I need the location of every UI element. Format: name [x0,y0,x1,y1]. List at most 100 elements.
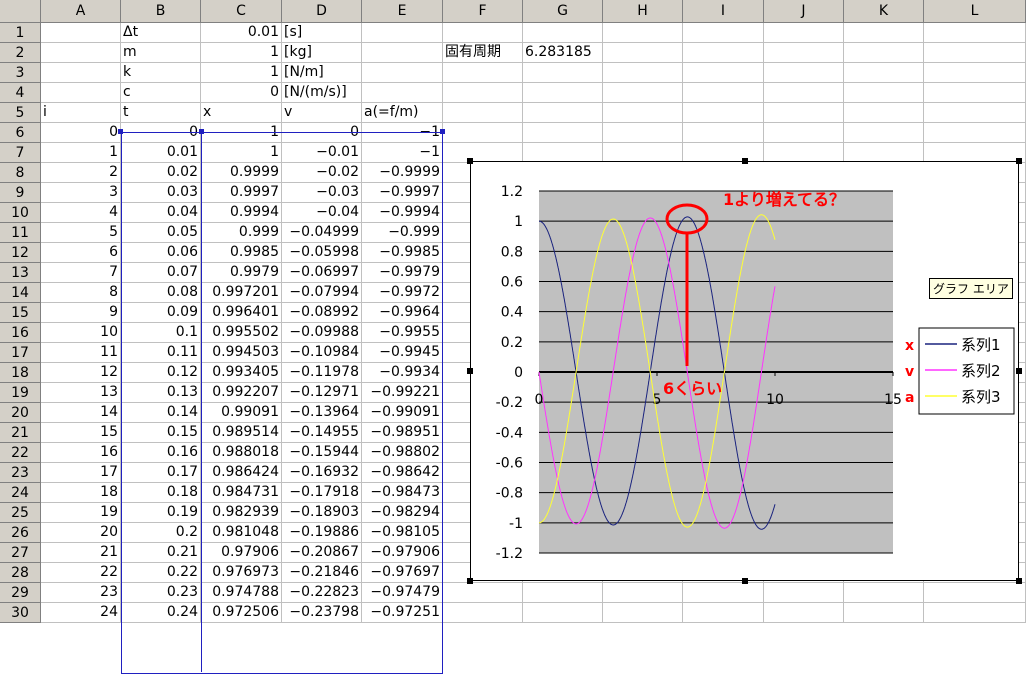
cell[interactable] [603,123,683,143]
cell-d4[interactable]: [N/(m/s)] [282,83,362,103]
cell-d2[interactable]: [kg] [282,43,362,63]
column-header-a[interactable]: A [41,0,121,23]
cell-b8[interactable]: 0.02 [121,163,201,183]
cell-c5[interactable]: x [201,103,282,123]
row-header-14[interactable]: 14 [0,283,41,303]
cell-a6[interactable]: 0 [41,123,121,143]
cell[interactable] [844,43,924,63]
cell[interactable] [362,23,443,43]
row-header-8[interactable]: 8 [0,163,41,183]
chart-resize-handle[interactable] [742,578,748,584]
cell-a25[interactable]: 19 [41,503,121,523]
cell-c12[interactable]: 0.9985 [201,243,282,263]
cell-b16[interactable]: 0.1 [121,323,201,343]
column-header-h[interactable]: H [603,0,683,23]
cell-b6[interactable]: 0 [121,123,201,143]
row-header-22[interactable]: 22 [0,443,41,463]
row-header-24[interactable]: 24 [0,483,41,503]
cell[interactable] [523,63,603,83]
cell[interactable] [683,123,764,143]
cell-c22[interactable]: 0.988018 [201,443,282,463]
selection-handle[interactable] [440,129,445,134]
cell-b9[interactable]: 0.03 [121,183,201,203]
cell-c4[interactable]: 0 [201,83,282,103]
cell-c27[interactable]: 0.97906 [201,543,282,563]
cell-d1[interactable]: [s] [282,23,362,43]
row-header-10[interactable]: 10 [0,203,41,223]
cell-e6[interactable]: −1 [362,123,443,143]
cell[interactable] [523,103,603,123]
cell-e8[interactable]: −0.9999 [362,163,443,183]
cell-b18[interactable]: 0.12 [121,363,201,383]
cell[interactable] [603,143,683,163]
cell-d8[interactable]: −0.02 [282,163,362,183]
row-header-30[interactable]: 30 [0,603,41,623]
cell-a15[interactable]: 9 [41,303,121,323]
cell[interactable] [683,83,764,103]
cell[interactable] [362,43,443,63]
cell[interactable] [443,123,523,143]
cell-c21[interactable]: 0.989514 [201,423,282,443]
row-header-15[interactable]: 15 [0,303,41,323]
cell-a21[interactable]: 15 [41,423,121,443]
row-header-29[interactable]: 29 [0,583,41,603]
cell-d12[interactable]: −0.05998 [282,243,362,263]
cell-a23[interactable]: 17 [41,463,121,483]
cell[interactable] [924,143,1026,163]
cell[interactable] [41,43,121,63]
row-header-28[interactable]: 28 [0,563,41,583]
cell-b26[interactable]: 0.2 [121,523,201,543]
cell-a20[interactable]: 14 [41,403,121,423]
cell-b4[interactable]: c [121,83,201,103]
cell-c28[interactable]: 0.976973 [201,563,282,583]
column-header-f[interactable]: F [443,0,523,23]
cell-e18[interactable]: −0.9934 [362,363,443,383]
cell-e24[interactable]: −0.98473 [362,483,443,503]
column-header-c[interactable]: C [201,0,282,23]
cell-a13[interactable]: 7 [41,263,121,283]
column-header-e[interactable]: E [362,0,443,23]
cell[interactable] [523,143,603,163]
cell[interactable] [924,43,1026,63]
cell-d5[interactable]: v [282,103,362,123]
cell[interactable] [603,603,683,623]
cell-b22[interactable]: 0.16 [121,443,201,463]
row-header-7[interactable]: 7 [0,143,41,163]
cell[interactable] [443,103,523,123]
cell-d19[interactable]: −0.12971 [282,383,362,403]
cell-e25[interactable]: −0.98294 [362,503,443,523]
cell-d15[interactable]: −0.08992 [282,303,362,323]
cell-c1[interactable]: 0.01 [201,23,282,43]
cell-a19[interactable]: 13 [41,383,121,403]
cell-d21[interactable]: −0.14955 [282,423,362,443]
cell[interactable] [764,143,844,163]
cell-d30[interactable]: −0.23798 [282,603,362,623]
cell[interactable] [844,143,924,163]
row-header-3[interactable]: 3 [0,63,41,83]
cell-c23[interactable]: 0.986424 [201,463,282,483]
row-header-12[interactable]: 12 [0,243,41,263]
cell[interactable] [924,83,1026,103]
chart-resize-handle[interactable] [467,578,473,584]
column-header-l[interactable]: L [924,0,1026,23]
cell-b15[interactable]: 0.09 [121,303,201,323]
cell[interactable] [844,103,924,123]
cell-a17[interactable]: 11 [41,343,121,363]
cell[interactable] [603,583,683,603]
cell-b7[interactable]: 0.01 [121,143,201,163]
cell-b27[interactable]: 0.21 [121,543,201,563]
cell-a7[interactable]: 1 [41,143,121,163]
cell-d27[interactable]: −0.20867 [282,543,362,563]
cell-e10[interactable]: −0.9994 [362,203,443,223]
row-header-4[interactable]: 4 [0,83,41,103]
cell-e19[interactable]: −0.99221 [362,383,443,403]
cell-c29[interactable]: 0.974788 [201,583,282,603]
cell[interactable] [443,83,523,103]
row-header-19[interactable]: 19 [0,383,41,403]
cell[interactable] [924,603,1026,623]
cell-e30[interactable]: −0.97251 [362,603,443,623]
cell-e29[interactable]: −0.97479 [362,583,443,603]
cell[interactable] [683,103,764,123]
cell-d10[interactable]: −0.04 [282,203,362,223]
cell-c11[interactable]: 0.999 [201,223,282,243]
